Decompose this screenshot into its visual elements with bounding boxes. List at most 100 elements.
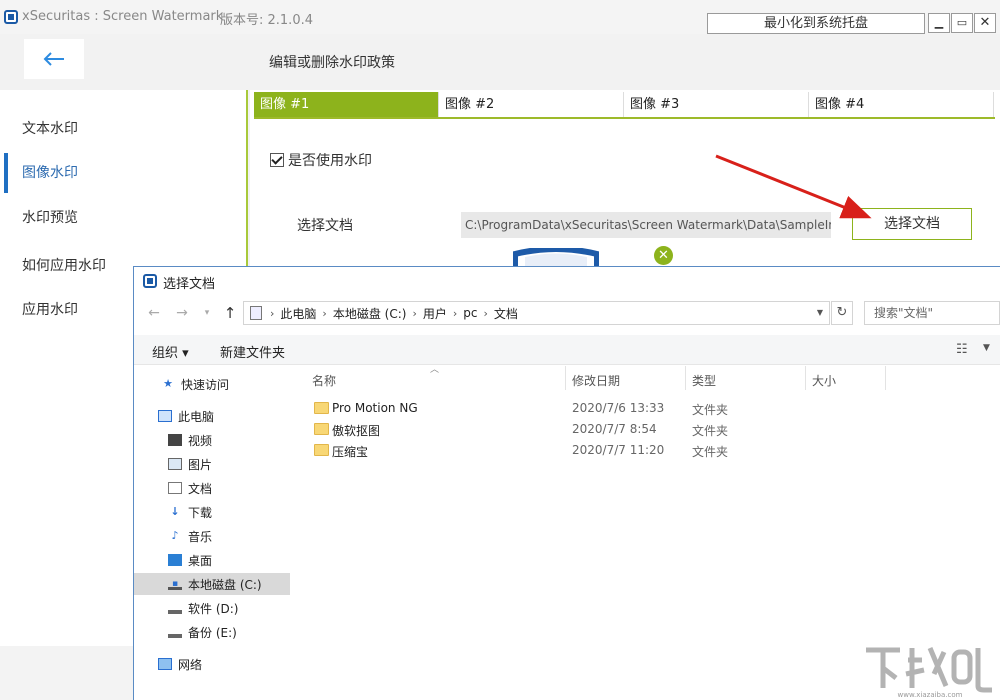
recent-locations-icon[interactable]: ▾ <box>197 303 217 323</box>
nav-item-label: 快速访问 <box>181 377 230 392</box>
breadcrumb-documents[interactable]: 文档 <box>494 305 518 322</box>
tab-image-3[interactable]: 图像 #3 <box>624 92 809 117</box>
dialog-app-icon <box>143 274 157 288</box>
file-row[interactable]: 压缩宝 2020/7/7 11:20 文件夹 <box>300 440 1000 461</box>
document-icon <box>168 482 182 494</box>
nav-item-downloads[interactable]: ↓ 下载 <box>134 501 290 523</box>
nav-item-label: 图片 <box>188 457 213 472</box>
nav-item-music[interactable]: ♪ 音乐 <box>134 525 290 547</box>
nav-item-label: 此电脑 <box>178 409 215 424</box>
navigation-pane: ★ 快速访问 此电脑 视频 图片 文档 ↓ 下载 ♪ 音乐 桌面 ▪ 本地磁盘 … <box>134 366 292 700</box>
file-row[interactable]: Pro Motion NG 2020/7/6 13:33 文件夹 <box>300 398 1000 419</box>
breadcrumb-this-pc[interactable]: 此电脑 <box>280 305 316 322</box>
app-title: xSecuritas : Screen Watermark <box>22 9 224 24</box>
page-title: 编辑或删除水印政策 <box>269 55 395 71</box>
address-bar[interactable]: › 此电脑 › 本地磁盘 (C:) › 用户 › pc › 文档 ▼ <box>243 301 830 325</box>
star-icon: ★ <box>163 377 173 390</box>
folder-icon <box>314 444 329 456</box>
breadcrumb-local-disk[interactable]: 本地磁盘 (C:) <box>333 305 407 322</box>
column-divider[interactable] <box>805 366 806 390</box>
chevron-right-icon[interactable]: › <box>322 307 326 320</box>
nav-item-pictures[interactable]: 图片 <box>134 453 290 475</box>
image-watermark-panel: 图像 #1 图像 #2 图像 #3 图像 #4 是否使用水印 选择文档 C:\P… <box>250 90 1000 266</box>
document-path-field[interactable]: C:\ProgramData\xSecuritas\Screen Waterma… <box>461 212 831 238</box>
tab-image-1[interactable]: 图像 #1 <box>254 92 439 117</box>
folder-icon <box>314 423 329 435</box>
column-divider[interactable] <box>565 366 566 390</box>
drive-icon <box>168 602 182 614</box>
chevron-right-icon[interactable]: › <box>483 307 487 320</box>
video-icon <box>168 434 182 446</box>
search-input[interactable]: 搜索"文档" <box>864 301 1000 325</box>
chevron-down-icon[interactable]: ▼ <box>983 343 990 353</box>
organize-button[interactable]: 组织 ▾ <box>152 342 189 361</box>
nav-item-label: 视频 <box>188 433 213 448</box>
nav-item-drive-d[interactable]: 软件 (D:) <box>134 597 290 619</box>
nav-item-network[interactable]: 网络 <box>134 653 290 675</box>
nav-item-quick-access[interactable]: ★ 快速访问 <box>134 373 290 395</box>
sort-ascending-icon: ︿ <box>430 365 440 375</box>
nav-item-desktop[interactable]: 桌面 <box>134 549 290 571</box>
file-name: 压缩宝 <box>332 445 369 459</box>
select-document-label: 选择文档 <box>297 218 353 234</box>
file-type: 文件夹 <box>692 403 729 417</box>
minimize-button[interactable]: ▁ <box>928 13 950 33</box>
file-row[interactable]: 傲软抠图 2020/7/7 8:54 文件夹 <box>300 419 1000 440</box>
site-watermark-logo: www.xiazaiba.com <box>866 647 992 698</box>
app-titlebar: xSecuritas : Screen Watermark 版本号: 2.1.0… <box>0 0 1000 34</box>
nav-item-videos[interactable]: 视频 <box>134 429 290 451</box>
nav-item-this-pc[interactable]: 此电脑 <box>134 405 290 427</box>
nav-item-label: 音乐 <box>188 529 213 544</box>
computer-icon <box>250 306 262 320</box>
breadcrumb-users[interactable]: 用户 <box>423 305 447 322</box>
select-document-button[interactable]: 选择文档 <box>852 208 972 240</box>
chevron-right-icon[interactable]: › <box>453 307 457 320</box>
sidebar-item-image-watermark[interactable]: 图像水印 <box>0 153 246 193</box>
view-options-icon[interactable]: ☷ <box>956 342 968 357</box>
up-arrow-icon[interactable]: ↑ <box>220 303 240 323</box>
column-size[interactable]: 大小 <box>812 372 836 389</box>
svg-text:www.xiazaiba.com: www.xiazaiba.com <box>898 691 963 698</box>
folder-icon <box>314 402 329 414</box>
file-name: 傲软抠图 <box>332 424 381 438</box>
image-tabs: 图像 #1 图像 #2 图像 #3 图像 #4 <box>254 92 995 119</box>
picture-icon <box>168 458 182 470</box>
file-type: 文件夹 <box>692 445 729 459</box>
refresh-icon[interactable]: ↻ <box>831 301 853 325</box>
nav-item-label: 软件 (D:) <box>188 601 239 616</box>
nav-item-label: 备份 (E:) <box>188 625 237 640</box>
sidebar-item-text-watermark[interactable]: 文本水印 <box>0 114 246 144</box>
nav-item-local-disk-c[interactable]: ▪ 本地磁盘 (C:) <box>134 573 290 595</box>
back-button[interactable] <box>24 39 84 79</box>
select-document-dialog: 选择文档 ← → ▾ ↑ › 此电脑 › 本地磁盘 (C:) › 用户 › pc… <box>133 266 1000 700</box>
column-modified[interactable]: 修改日期 <box>572 372 620 389</box>
download-icon: ↓ <box>170 505 180 518</box>
column-headers: ︿ 名称 修改日期 类型 大小 <box>300 365 1000 394</box>
use-watermark-checkbox[interactable] <box>270 153 284 167</box>
use-watermark-toggle[interactable]: 是否使用水印 <box>270 150 372 170</box>
column-type[interactable]: 类型 <box>692 372 716 389</box>
nav-item-label: 下载 <box>188 505 213 520</box>
tab-image-4[interactable]: 图像 #4 <box>809 92 994 117</box>
dialog-navigation-bar: ← → ▾ ↑ › 此电脑 › 本地磁盘 (C:) › 用户 › pc › 文档… <box>134 299 1000 327</box>
new-folder-button[interactable]: 新建文件夹 <box>220 342 285 361</box>
close-button[interactable]: ✕ <box>974 13 996 33</box>
nav-item-documents[interactable]: 文档 <box>134 477 290 499</box>
music-icon: ♪ <box>171 529 179 542</box>
sidebar-item-watermark-preview[interactable]: 水印预览 <box>0 203 246 233</box>
breadcrumb-pc[interactable]: pc <box>463 306 477 320</box>
column-divider[interactable] <box>885 366 886 390</box>
back-arrow-icon[interactable]: ← <box>144 303 164 323</box>
forward-arrow-icon[interactable]: → <box>172 303 192 323</box>
maximize-button[interactable]: ▭ <box>951 13 973 33</box>
column-divider[interactable] <box>685 366 686 390</box>
clear-icon[interactable]: ✕ <box>654 246 673 265</box>
nav-item-label: 文档 <box>188 481 213 496</box>
tab-image-2[interactable]: 图像 #2 <box>439 92 624 117</box>
column-name[interactable]: 名称 <box>312 372 336 389</box>
chevron-right-icon[interactable]: › <box>270 307 274 320</box>
chevron-down-icon[interactable]: ▼ <box>817 308 823 317</box>
minimize-to-tray-button[interactable]: 最小化到系统托盘 <box>707 13 925 34</box>
chevron-right-icon[interactable]: › <box>412 307 416 320</box>
nav-item-drive-e[interactable]: 备份 (E:) <box>134 621 290 643</box>
